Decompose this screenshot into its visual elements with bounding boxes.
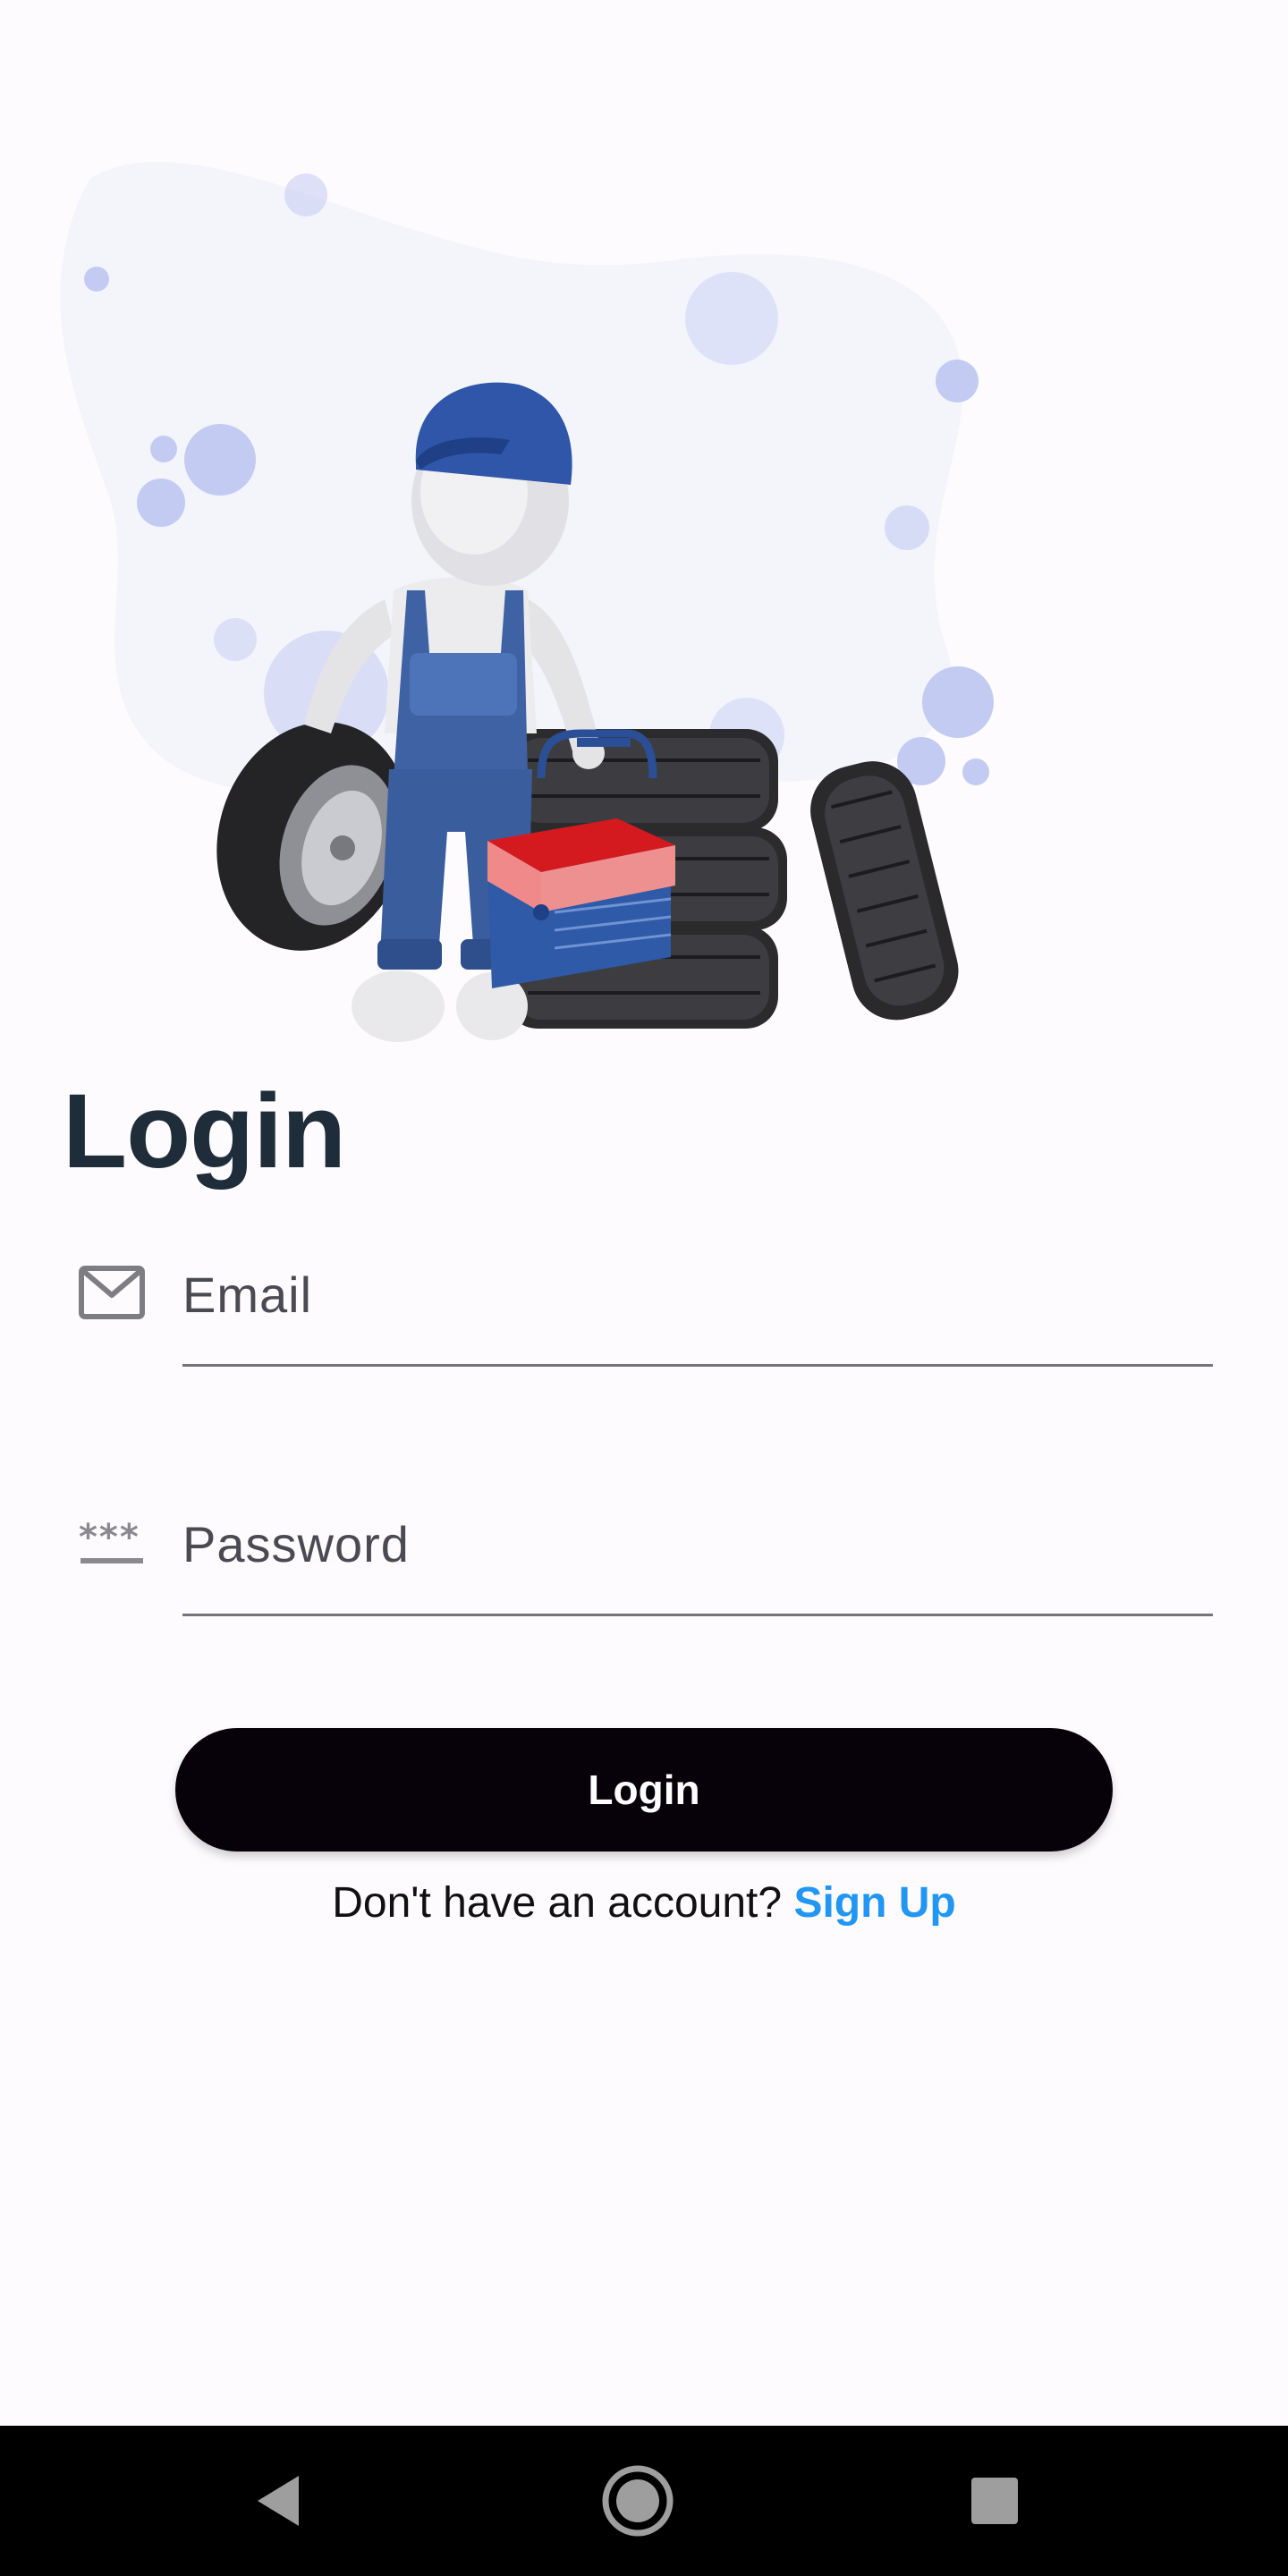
login-button[interactable]: Login (175, 1728, 1113, 1852)
page-title: Login (63, 1072, 346, 1191)
mail-icon (79, 1266, 145, 1319)
back-icon[interactable] (234, 2456, 324, 2546)
signup-row: Don't have an account? Sign Up (0, 1878, 1288, 1928)
password-underline (182, 1614, 1213, 1616)
email-input[interactable] (182, 1241, 1211, 1348)
login-screen: Login *** Login Don't have an account? S… (0, 0, 1288, 2576)
email-field-group (72, 1241, 1213, 1375)
svg-text:***: *** (79, 1519, 140, 1558)
signup-prompt: Don't have an account? (332, 1879, 783, 1927)
home-icon[interactable] (593, 2456, 682, 2546)
mechanic-illustration (54, 152, 1020, 1064)
system-nav-bar (0, 2426, 1288, 2576)
signup-link[interactable]: Sign Up (793, 1879, 955, 1927)
recents-icon[interactable] (950, 2456, 1039, 2546)
password-input[interactable] (182, 1490, 1211, 1597)
email-underline (182, 1364, 1213, 1367)
password-icon: *** (79, 1517, 145, 1572)
password-field-group: *** (72, 1490, 1213, 1624)
